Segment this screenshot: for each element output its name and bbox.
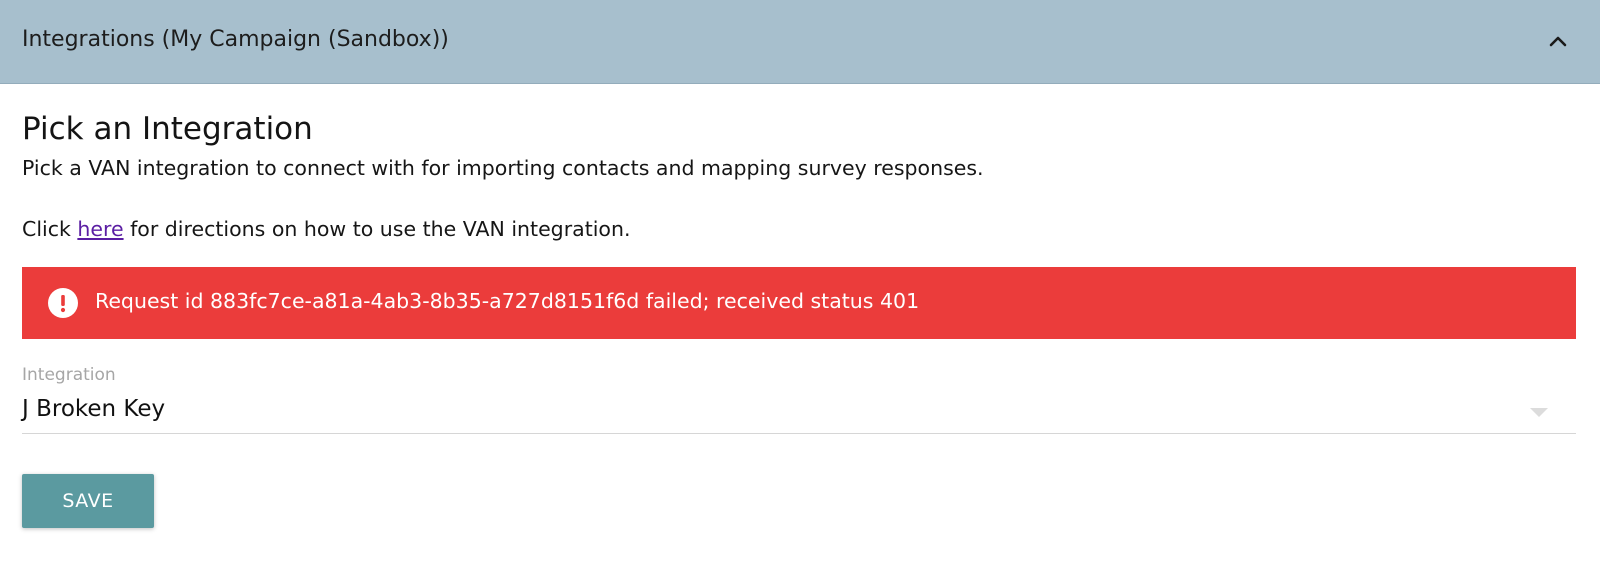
directions-link[interactable]: here: [77, 217, 123, 241]
dropdown-arrow-icon: [1530, 408, 1548, 417]
panel-title: Integrations (My Campaign (Sandbox)): [22, 27, 449, 52]
directions-suffix: for directions on how to use the VAN int…: [123, 217, 631, 241]
directions-text: Click here for directions on how to use …: [22, 217, 630, 241]
error-message: Request id 883fc7ce-a81a-4ab3-8b35-a727d…: [95, 289, 920, 313]
page-title: Pick an Integration: [22, 111, 313, 147]
collapse-button[interactable]: [1542, 26, 1574, 58]
integration-label: Integration: [22, 365, 116, 385]
error-banner: Request id 883fc7ce-a81a-4ab3-8b35-a727d…: [22, 267, 1576, 339]
chevron-up-icon: [1548, 33, 1568, 52]
integration-description: Pick a VAN integration to connect with f…: [22, 156, 984, 180]
panel-header[interactable]: Integrations (My Campaign (Sandbox)): [0, 0, 1600, 84]
directions-prefix: Click: [22, 217, 78, 241]
integration-selected-value: J Broken Key: [22, 396, 166, 422]
save-button[interactable]: SAVE: [22, 474, 154, 528]
alert-circle-icon: [48, 288, 78, 318]
integration-select[interactable]: J Broken Key: [22, 390, 1576, 434]
